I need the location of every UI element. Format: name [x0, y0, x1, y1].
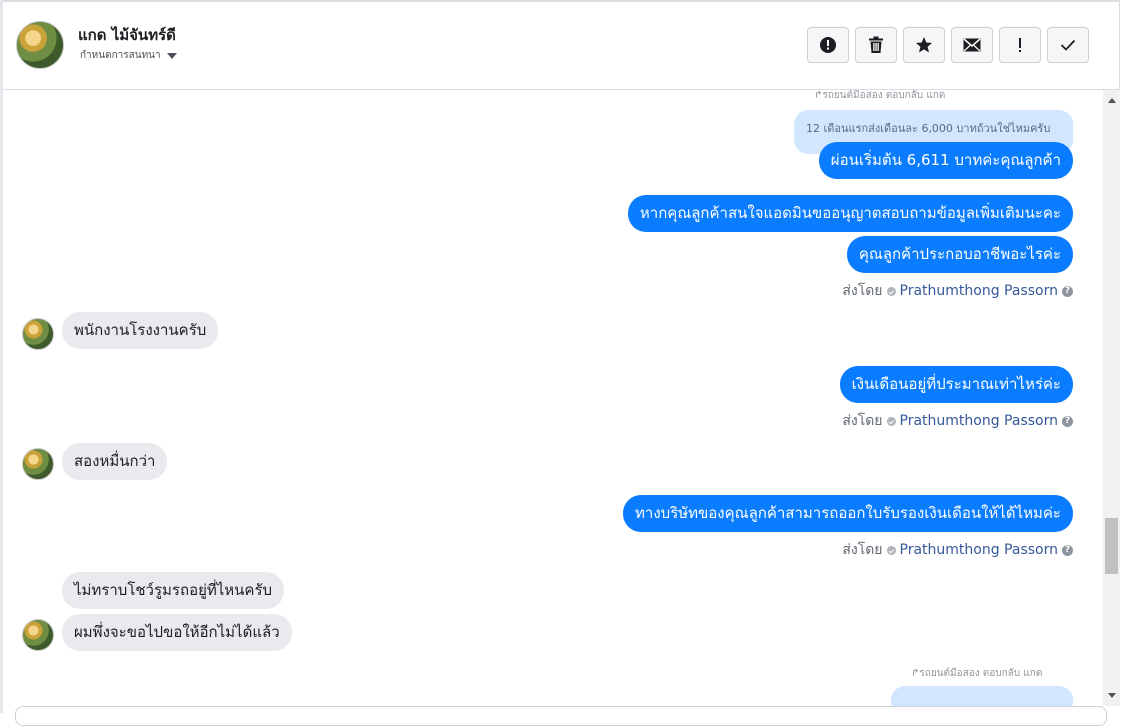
- incoming-message[interactable]: ไม่ทราบโชว์รูมรถอยู่ที่ไหนครับ: [62, 572, 285, 609]
- replied-message-quote[interactable]: [891, 686, 1073, 706]
- thread-scrollbar[interactable]: [1103, 90, 1120, 706]
- conversation-schedule-label: กำหนดการสนทนา: [80, 50, 161, 61]
- sender-name[interactable]: Prathumthong Passorn: [900, 542, 1058, 558]
- header-right-edge: [1119, 0, 1126, 90]
- scroll-down-arrow-icon[interactable]: [1108, 693, 1116, 698]
- message-thread[interactable]: ↱รถยนต์มือสอง ตอบกลับ แกด 12 เดือนแรกส่ง…: [3, 90, 1103, 706]
- exclamation-icon: [1019, 38, 1021, 52]
- trash-icon: [869, 36, 883, 53]
- conversation-schedule-dropdown[interactable]: กำหนดการสนทนา: [80, 48, 177, 63]
- scrollbar-thumb[interactable]: [1105, 518, 1118, 574]
- spam-button[interactable]: [999, 27, 1041, 63]
- incoming-message[interactable]: พนักงานโรงงานครับ: [62, 312, 219, 349]
- caret-down-icon: [166, 52, 177, 59]
- message-composer[interactable]: [15, 706, 1107, 726]
- sent-by-label: ส่งโดย: [842, 542, 883, 558]
- mark-done-button[interactable]: [1047, 27, 1089, 63]
- outgoing-message[interactable]: ทางบริษัทของคุณลูกค้าสามารถออกใบรับรองเง…: [623, 495, 1073, 532]
- sender-name[interactable]: Prathumthong Passorn: [900, 413, 1058, 429]
- mark-unread-button[interactable]: [951, 27, 993, 63]
- contact-avatar-small[interactable]: [22, 619, 54, 651]
- incoming-message[interactable]: ผมพึ่งจะขอไปขอให้อีกไม่ได้แล้ว: [62, 614, 292, 651]
- outgoing-message[interactable]: หากคุณลูกค้าสนใจแอดมินขออนุญาตสอบถามข้อม…: [627, 195, 1073, 232]
- outgoing-message[interactable]: เงินเดือนอยู่ที่ประมาณเท่าไหร่ค่ะ: [839, 366, 1073, 403]
- delete-button[interactable]: [855, 27, 897, 63]
- toolbar: [807, 27, 1089, 63]
- help-icon[interactable]: ?: [1062, 415, 1073, 427]
- window-right-border: [1120, 90, 1126, 713]
- incoming-message[interactable]: สองหมื่นกว่า: [62, 443, 168, 480]
- scroll-up-arrow-icon[interactable]: [1108, 98, 1116, 103]
- contact-avatar-small[interactable]: [22, 448, 54, 480]
- help-icon[interactable]: ?: [1062, 544, 1073, 556]
- envelope-icon: [963, 38, 981, 52]
- sender-name[interactable]: Prathumthong Passorn: [900, 283, 1058, 299]
- sent-by-label: ส่งโดย: [842, 283, 883, 299]
- star-button[interactable]: [903, 27, 945, 63]
- contact-avatar[interactable]: [16, 21, 64, 69]
- outgoing-message[interactable]: ผ่อนเริ่มต้น 6,611 บาทค่ะคุณลูกค้า: [818, 142, 1073, 179]
- star-icon: [916, 37, 932, 53]
- verified-icon: [886, 545, 896, 555]
- verified-icon: [886, 416, 896, 426]
- contact-name[interactable]: แกด ไม้จันทร์ดี: [78, 23, 176, 47]
- report-button[interactable]: [807, 27, 849, 63]
- alert-circle-icon: [820, 37, 836, 53]
- outgoing-message[interactable]: คุณลูกค้าประกอบอาชีพอะไรค่ะ: [846, 236, 1073, 273]
- help-icon[interactable]: ?: [1062, 285, 1073, 297]
- sent-by-label: ส่งโดย: [842, 413, 883, 429]
- conversation-header: แกด ไม้จันทร์ดี กำหนดการสนทนา: [3, 2, 1119, 90]
- reply-label: ↱รถยนต์มือสอง ตอบกลับ แกด: [814, 90, 946, 101]
- sent-by-line: ส่งโดย Prathumthong Passorn ?: [842, 280, 1073, 302]
- sent-by-line: ส่งโดย Prathumthong Passorn ?: [842, 539, 1073, 561]
- sent-by-line: ส่งโดย Prathumthong Passorn ?: [842, 410, 1073, 432]
- check-icon: [1060, 39, 1076, 51]
- reply-label: ↱รถยนต์มือสอง ตอบกลับ แกด: [911, 668, 1043, 679]
- verified-icon: [886, 286, 896, 296]
- contact-avatar-small[interactable]: [22, 318, 54, 350]
